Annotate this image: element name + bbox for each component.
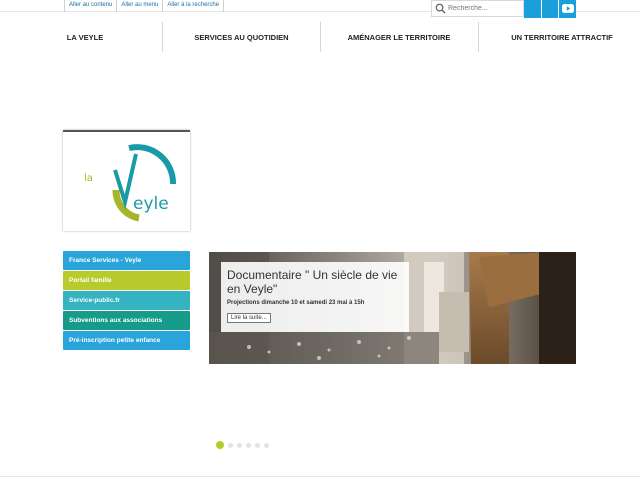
quick-link-france-services[interactable]: France Services - Veyle [63,251,190,270]
quick-links: France Services - Veyle Portail famille … [63,251,190,351]
slider-dot-6[interactable] [264,442,269,448]
quick-link-subventions[interactable]: Subventions aux associations [63,311,190,330]
skip-to-content-link[interactable]: Aller au contenu [64,0,116,12]
quick-link-pre-inscription[interactable]: Pré-inscription petite enfance [63,331,190,350]
slide-title[interactable]: Documentaire " Un siècle de vie en Veyle… [227,268,403,296]
slider-dot-2[interactable] [228,442,233,448]
svg-text:la: la [84,173,93,184]
nav-la-veyle[interactable]: LA VEYLE [50,22,120,52]
svg-text:eyle: eyle [133,194,169,214]
slider-dot-1[interactable] [216,441,224,449]
youtube-icon [561,0,574,18]
nav-un-territoire-attractif[interactable]: UN TERRITOIRE ATTRACTIF [484,22,640,52]
skip-to-menu-link[interactable]: Aller au menu [116,0,162,12]
footer-divider [0,476,640,477]
nav-divider [478,22,479,52]
slider-pagination [216,441,273,449]
slide-caption: Documentaire " Un siècle de vie en Veyle… [221,262,409,332]
search-input[interactable] [448,5,520,12]
quick-link-portail-famille[interactable]: Portail famille [63,271,190,290]
nav-amenager-le-territoire[interactable]: AMÉNAGER LE TERRITOIRE [326,22,472,52]
news-slider[interactable]: Documentaire " Un siècle de vie en Veyle… [209,252,576,364]
search-box [431,0,524,17]
nav-divider [162,22,163,52]
quick-link-service-public[interactable]: Service-public.fr [63,291,190,310]
social-button-1[interactable] [524,0,541,18]
nav-services-au-quotidien[interactable]: SERVICES AU QUOTIDIEN [170,22,313,52]
skip-to-search-link[interactable]: Aller à la recherche [162,0,225,12]
slider-dot-4[interactable] [246,442,251,448]
slide-subtitle: Projections dimanche 10 et samedi 23 mai… [227,300,365,306]
search-icon[interactable] [432,1,448,17]
nav-divider [320,22,321,52]
site-logo[interactable]: la eyle [63,130,190,231]
skip-links: Aller au contenu Aller au menu Aller à l… [64,0,225,12]
slider-dot-3[interactable] [237,442,242,448]
youtube-button[interactable] [559,0,576,18]
social-button-2[interactable] [542,0,558,18]
slider-dot-5[interactable] [255,442,260,448]
read-more-button[interactable]: Lire la suite... [227,313,271,323]
main-navigation: LA VEYLE SERVICES AU QUOTIDIEN AMÉNAGER … [0,22,640,52]
